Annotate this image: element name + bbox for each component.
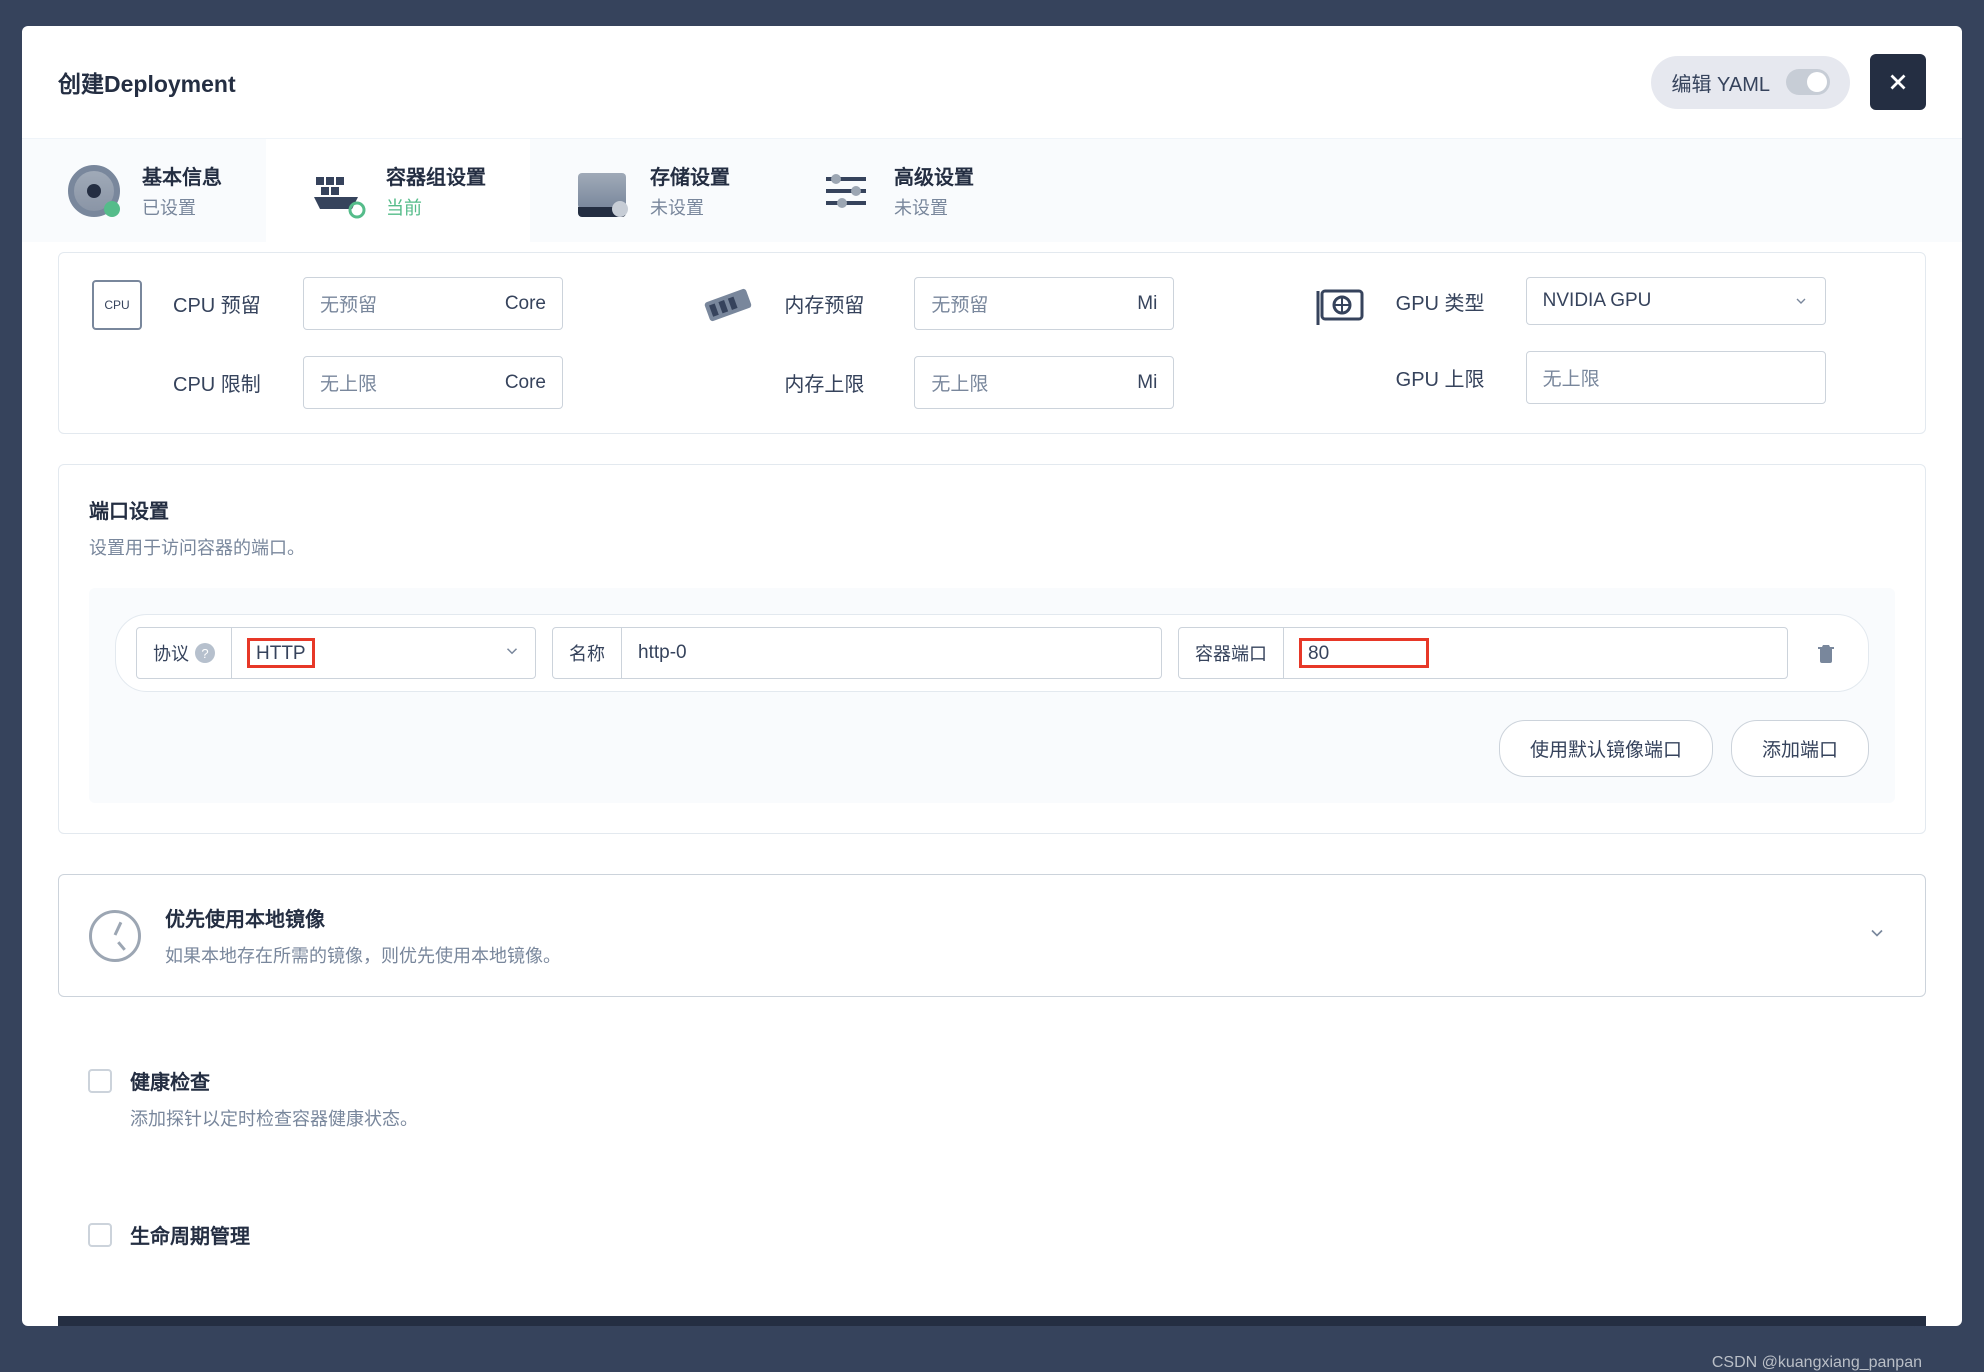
tab-status: 当前 bbox=[386, 194, 486, 220]
clock-icon bbox=[89, 910, 141, 962]
cpu-chip-icon: CPU bbox=[92, 280, 142, 330]
health-check-subtitle: 添加探针以定时检查容器健康状态。 bbox=[130, 1105, 1896, 1131]
prefer-local-image-card[interactable]: 优先使用本地镜像 如果本地存在所需的镜像，则优先使用本地镜像。 bbox=[58, 874, 1926, 997]
tab-label: 存储设置 bbox=[650, 161, 730, 190]
tab-advanced[interactable]: 高级设置未设置 bbox=[774, 139, 1018, 242]
watermark: CSDN @kuangxiang_panpan bbox=[1712, 1354, 1922, 1372]
modal-header: 创建Deployment 编辑 YAML bbox=[22, 26, 1962, 139]
tab-label: 基本信息 bbox=[142, 161, 222, 190]
container-port-value: 80 bbox=[1299, 638, 1429, 668]
ring-badge-icon bbox=[348, 201, 366, 219]
prefer-local-subtitle: 如果本地存在所需的镜像，则优先使用本地镜像。 bbox=[165, 942, 1835, 968]
port-settings-card: 端口设置 设置用于访问容器的端口。 协议? HTTP 名称 http-0 bbox=[58, 464, 1926, 834]
memory-reserve-label: 内存预留 bbox=[784, 289, 894, 318]
chevron-down-icon bbox=[1793, 293, 1809, 309]
chevron-down-icon bbox=[503, 642, 521, 660]
edit-yaml-toggle[interactable]: 编辑 YAML bbox=[1651, 56, 1850, 109]
memory-limit-label: 内存上限 bbox=[784, 368, 894, 397]
modal-title: 创建Deployment bbox=[58, 65, 236, 99]
health-check-card: 健康检查 添加探针以定时检查容器健康状态。 bbox=[58, 1037, 1926, 1141]
cpu-limit-input[interactable]: 无上限Core bbox=[303, 356, 563, 409]
tab-pod-settings[interactable]: 容器组设置当前 bbox=[266, 139, 530, 242]
port-name-input[interactable]: 名称 http-0 bbox=[552, 627, 1162, 679]
lifecycle-checkbox[interactable] bbox=[88, 1223, 112, 1247]
help-icon[interactable]: ? bbox=[195, 643, 215, 663]
gpu-type-label: GPU 类型 bbox=[1396, 287, 1506, 316]
ports-title: 端口设置 bbox=[89, 495, 1895, 524]
trash-icon bbox=[1814, 641, 1838, 665]
add-port-button[interactable]: 添加端口 bbox=[1731, 720, 1869, 777]
cpu-limit-label: CPU 限制 bbox=[173, 368, 283, 397]
lifecycle-card: 生命周期管理 bbox=[58, 1191, 1926, 1259]
gpu-limit-input[interactable]: 无上限 bbox=[1526, 351, 1826, 404]
tab-status: 未设置 bbox=[650, 194, 730, 220]
cpu-reserve-label: CPU 预留 bbox=[173, 289, 283, 318]
delete-port-button[interactable] bbox=[1804, 631, 1848, 675]
status-badge-dot bbox=[612, 201, 628, 217]
memory-icon bbox=[700, 277, 756, 333]
port-row: 协议? HTTP 名称 http-0 容器端口 80 bbox=[115, 614, 1869, 692]
memory-reserve-input[interactable]: 无预留Mi bbox=[914, 277, 1174, 330]
close-button[interactable] bbox=[1870, 54, 1926, 110]
gpu-type-select[interactable]: NVIDIA GPU bbox=[1526, 277, 1826, 325]
toggle-switch-icon bbox=[1786, 69, 1830, 95]
tab-status: 未设置 bbox=[894, 194, 974, 220]
gpu-icon bbox=[1312, 277, 1368, 333]
container-port-input[interactable]: 容器端口 80 bbox=[1178, 627, 1788, 679]
tab-basic-info[interactable]: 基本信息已设置 bbox=[22, 139, 266, 242]
tab-storage[interactable]: 存储设置未设置 bbox=[530, 139, 774, 242]
port-name-value: http-0 bbox=[622, 642, 1161, 664]
status-badge-dot bbox=[104, 201, 120, 217]
tab-status: 已设置 bbox=[142, 194, 222, 220]
tab-label: 高级设置 bbox=[894, 161, 974, 190]
create-deployment-modal: 创建Deployment 编辑 YAML 基本信息已设置 容器组设置当前 存储设 bbox=[22, 26, 1962, 1326]
lifecycle-title: 生命周期管理 bbox=[130, 1220, 250, 1249]
prefer-local-title: 优先使用本地镜像 bbox=[165, 903, 1835, 932]
close-icon bbox=[1885, 69, 1911, 95]
health-check-title: 健康检查 bbox=[130, 1066, 210, 1095]
protocol-value: HTTP bbox=[247, 638, 315, 668]
yaml-toggle-label: 编辑 YAML bbox=[1671, 68, 1770, 97]
memory-limit-input[interactable]: 无上限Mi bbox=[914, 356, 1174, 409]
wizard-tabs: 基本信息已设置 容器组设置当前 存储设置未设置 高级设置未设置 bbox=[22, 139, 1962, 242]
health-check-checkbox[interactable] bbox=[88, 1069, 112, 1093]
sliders-icon bbox=[822, 171, 870, 211]
use-default-port-button[interactable]: 使用默认镜像端口 bbox=[1499, 720, 1713, 777]
protocol-select[interactable]: 协议? HTTP bbox=[136, 627, 536, 679]
gpu-limit-label: GPU 上限 bbox=[1396, 363, 1506, 392]
footer-bar bbox=[58, 1316, 1926, 1326]
cpu-reserve-input[interactable]: 无预留Core bbox=[303, 277, 563, 330]
resource-limits-card: CPU CPU 预留 无预留Core CPU 限制 无上限Core 内存预留 无… bbox=[58, 252, 1926, 434]
tab-label: 容器组设置 bbox=[386, 161, 486, 190]
chevron-down-icon bbox=[1867, 923, 1887, 943]
ports-subtitle: 设置用于访问容器的端口。 bbox=[89, 534, 1895, 560]
